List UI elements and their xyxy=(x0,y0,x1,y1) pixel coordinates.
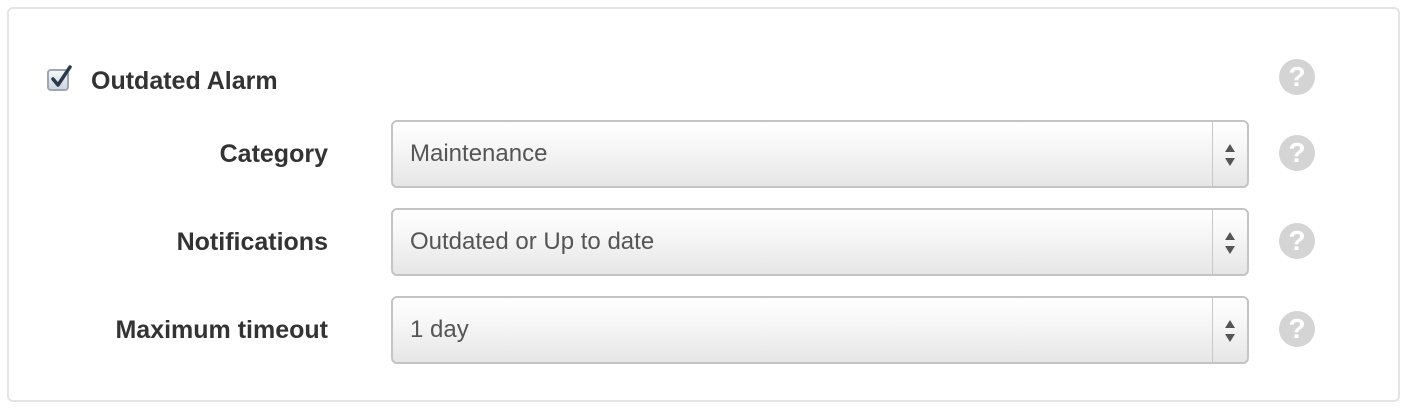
notifications-help-icon[interactable]: ? xyxy=(1279,223,1315,259)
outdated-alarm-label: Outdated Alarm xyxy=(91,67,278,95)
alarm-help-icon[interactable]: ? xyxy=(1279,59,1315,95)
category-select[interactable]: Maintenance xyxy=(391,120,1249,188)
checkmark-icon xyxy=(51,65,72,87)
sort-arrows-icon xyxy=(1225,320,1235,342)
category-select-value: Maintenance xyxy=(410,140,548,167)
maximum-timeout-select-value: 1 day xyxy=(410,316,469,343)
category-help-icon[interactable]: ? xyxy=(1279,135,1315,171)
outdated-alarm-row: Outdated Alarm ? xyxy=(9,59,1398,103)
maximum-timeout-select[interactable]: 1 day xyxy=(391,296,1249,364)
select-divider xyxy=(1212,122,1213,186)
notifications-select[interactable]: Outdated or Up to date xyxy=(391,208,1249,276)
maximum-timeout-help-icon[interactable]: ? xyxy=(1279,311,1315,347)
notifications-label: Notifications xyxy=(176,228,328,256)
select-divider xyxy=(1212,210,1213,274)
select-divider xyxy=(1212,298,1213,362)
sort-arrows-icon xyxy=(1225,144,1235,166)
sort-arrows-icon xyxy=(1225,232,1235,254)
notifications-select-value: Outdated or Up to date xyxy=(410,228,655,255)
maximum-timeout-label: Maximum timeout xyxy=(115,316,328,344)
category-label: Category xyxy=(219,140,328,168)
outdated-alarm-checkbox[interactable] xyxy=(47,65,72,91)
outdated-alarm-panel: Outdated Alarm ? Category Maintenance ? … xyxy=(7,7,1400,402)
